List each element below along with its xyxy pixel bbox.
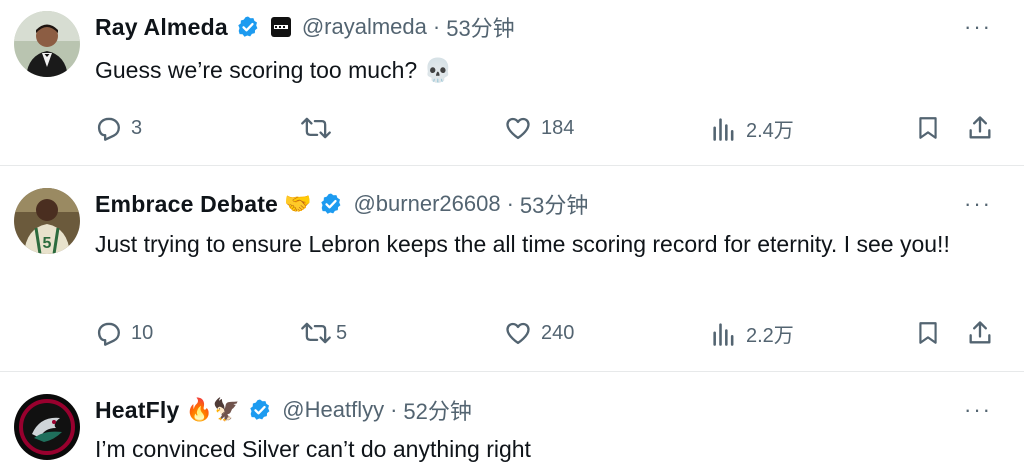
handle[interactable]: @burner26608 <box>353 191 500 217</box>
retweet-button[interactable]: 5 <box>300 319 347 347</box>
verified-badge-icon <box>248 398 272 422</box>
action-bar: 3 184 2.4万 <box>0 108 1024 148</box>
verified-badge-icon <box>236 15 260 39</box>
view-count: 2.2万 <box>746 325 794 347</box>
more-options-button[interactable]: ··· <box>964 397 992 423</box>
share-button[interactable] <box>966 319 994 347</box>
tweet-header: HeatFly 🔥🦅 @Heatflyy · 52分钟 <box>95 393 472 427</box>
reply-count: 3 <box>131 116 143 139</box>
action-bar: 10 5 240 2.2万 <box>0 316 1024 356</box>
reply-icon <box>97 322 120 346</box>
views-button[interactable]: 2.4万 <box>710 114 794 143</box>
retweet-icon <box>301 322 331 344</box>
tweet-text: Just trying to ensure Lebron keeps the a… <box>95 231 950 257</box>
heart-icon <box>506 322 530 345</box>
separator-dot: · <box>432 14 441 39</box>
display-name[interactable]: Embrace Debate <box>95 191 278 218</box>
retweet-count: 5 <box>336 321 348 344</box>
retweet-icon <box>301 117 331 139</box>
view-count: 2.4万 <box>746 120 794 142</box>
bookmark-button[interactable] <box>915 319 941 347</box>
handle[interactable]: @rayalmeda <box>302 14 427 40</box>
verified-badge-icon <box>319 192 343 216</box>
bookmark-button[interactable] <box>915 114 941 142</box>
reply-count: 10 <box>131 321 154 344</box>
tweet-header: Ray Almeda @rayalmeda · 53分钟 <box>95 10 515 44</box>
reply-button[interactable]: 3 <box>95 114 142 142</box>
tweet-ray-almeda[interactable]: Ray Almeda @rayalmeda · 53分钟 ··· Guess w… <box>0 0 1024 166</box>
timestamp[interactable]: 53分钟 <box>446 11 514 43</box>
share-icon <box>969 321 991 344</box>
tweet-header: Embrace Debate 🤝 @burner26608 · 53分钟 <box>95 187 588 221</box>
jersey-number: 5 <box>43 235 52 252</box>
views-button[interactable]: 2.2万 <box>710 319 794 348</box>
reply-button[interactable]: 10 <box>95 319 153 347</box>
share-icon <box>969 116 991 139</box>
handshake-emoji: 🤝 <box>284 191 312 217</box>
tweet-text: I’m convinced Silver can’t do anything r… <box>95 436 531 462</box>
separator-dot: · <box>506 191 514 216</box>
bookmark-icon <box>919 322 937 344</box>
like-count: 184 <box>541 116 575 139</box>
like-button[interactable]: 184 <box>503 114 574 142</box>
like-button[interactable]: 240 <box>503 319 574 347</box>
timestamp[interactable]: 53分钟 <box>520 188 588 220</box>
tweet-heatfly[interactable]: HeatFly 🔥🦅 @Heatflyy · 52分钟 ··· I’m conv… <box>0 372 1024 469</box>
separator-dot: · <box>390 397 398 422</box>
like-count: 240 <box>541 321 575 344</box>
heart-icon <box>506 117 530 140</box>
avatar-embrace-debate[interactable]: 5 <box>14 188 80 254</box>
more-options-button[interactable]: ··· <box>964 191 992 217</box>
fire-eagle-emoji: 🔥🦅 <box>185 397 241 423</box>
more-options-button[interactable]: ··· <box>964 14 992 40</box>
tweet-embrace-debate[interactable]: 5 Embrace Debate 🤝 @burner26608 · 53分钟 ·… <box>0 166 1024 372</box>
retweet-button[interactable] <box>300 114 332 142</box>
timestamp[interactable]: 52分钟 <box>403 394 471 426</box>
tweet-text: Guess we’re scoring too much? 💀 <box>95 57 453 83</box>
reply-icon <box>97 117 120 141</box>
bookmark-icon <box>919 117 937 139</box>
display-name[interactable]: Ray Almeda <box>95 14 228 41</box>
display-name[interactable]: HeatFly <box>95 397 179 424</box>
handle[interactable]: @Heatflyy <box>282 397 384 423</box>
share-button[interactable] <box>966 114 994 142</box>
avatar-ray-almeda[interactable] <box>14 11 80 77</box>
avatar-heatfly[interactable] <box>14 394 80 460</box>
views-chart-icon <box>713 322 734 346</box>
views-chart-icon <box>713 117 734 141</box>
affiliate-badge-icon <box>270 16 292 38</box>
